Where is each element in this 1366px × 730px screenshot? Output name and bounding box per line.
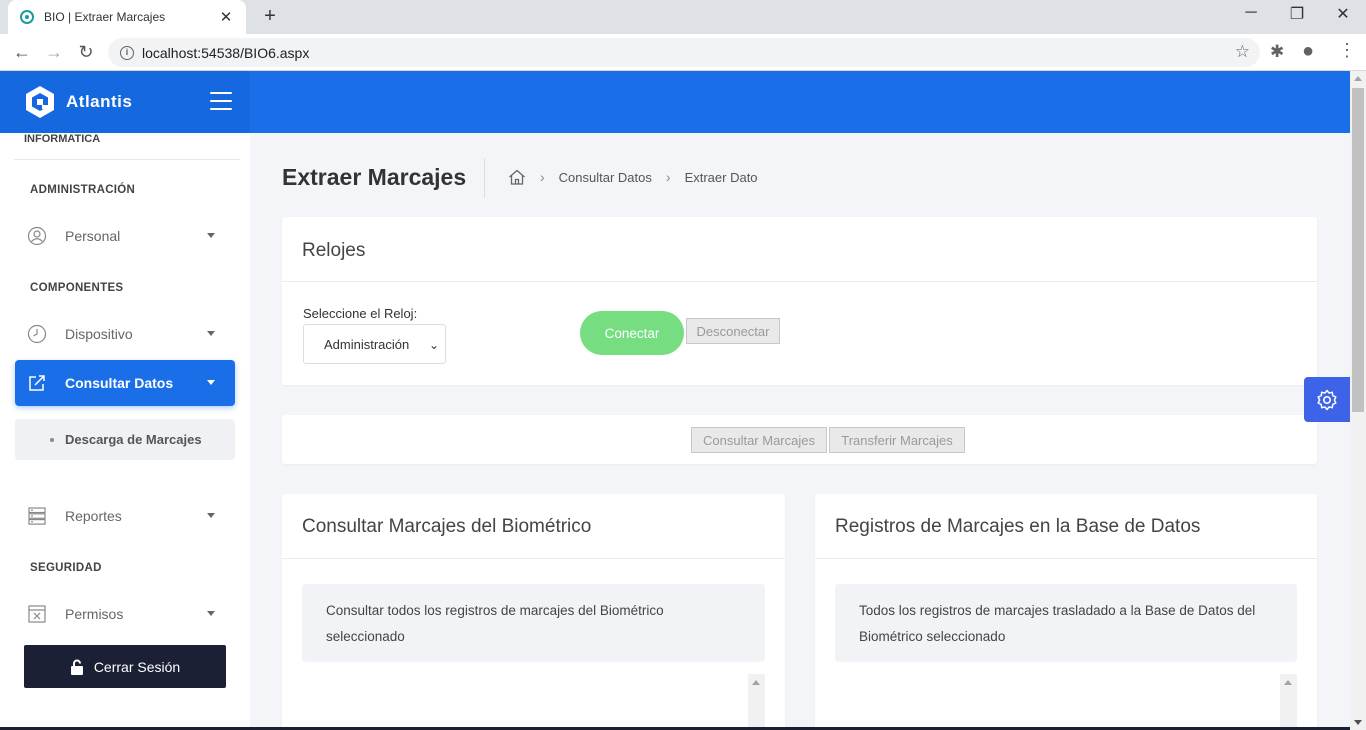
connect-button[interactable]: Conectar <box>580 311 684 355</box>
disconnect-button[interactable]: Desconectar <box>686 318 780 344</box>
menu-toggle-icon[interactable] <box>210 92 232 110</box>
account-icon[interactable]: ● <box>1302 40 1314 63</box>
logout-label: Cerrar Sesión <box>93 658 181 675</box>
chevron-right-icon: › <box>540 169 545 185</box>
sidebar-subitem-label: Descarga de Marcajes <box>65 432 202 447</box>
card-divider <box>815 558 1317 559</box>
gear-icon <box>1317 389 1337 410</box>
home-icon[interactable] <box>508 169 526 185</box>
caret-down-icon <box>207 513 215 518</box>
clock-select[interactable]: Administración ⌄ <box>303 324 446 364</box>
page-scrollbar[interactable] <box>1350 71 1366 730</box>
page-title: Extraer Marcajes <box>282 164 467 190</box>
reload-button[interactable]: ↻ <box>74 40 98 64</box>
breadcrumb-item[interactable]: Consultar Datos <box>559 170 652 185</box>
scrollbar-thumb[interactable] <box>1352 88 1364 412</box>
records-list[interactable] <box>835 674 1297 730</box>
new-tab-button[interactable]: + <box>258 5 282 28</box>
sidebar-item-reportes[interactable]: Reportes <box>15 493 235 539</box>
chevron-right-icon: › <box>665 169 671 185</box>
caret-down-icon <box>207 380 215 385</box>
sidebar-item-label: Permisos <box>65 606 124 622</box>
sidebar-subitem-descarga[interactable]: Descarga de Marcajes <box>15 419 235 460</box>
tab-close-icon[interactable]: ✕ <box>218 8 234 26</box>
browser-toolbar: ← → ↻ i localhost:54538/BIO6.aspx ☆ <box>0 34 1366 71</box>
consultar-marcajes-button[interactable]: Consultar Marcajes <box>691 427 827 453</box>
section-componentes: COMPONENTES <box>30 282 124 294</box>
caret-down-icon <box>207 233 215 238</box>
window-close-button[interactable]: ✕ <box>1328 4 1358 24</box>
card-title: Consultar Marcajes del Biométrico <box>302 516 592 537</box>
sidebar-item-permisos[interactable]: Permisos <box>15 591 235 637</box>
sidebar: INFORMATICA ADMINISTRACIÓN Personal COMP… <box>0 133 250 730</box>
breadcrumb-item[interactable]: Extraer Dato <box>685 170 758 185</box>
breadcrumb: › Consultar Datos › Extraer Dato <box>508 169 758 185</box>
caret-down-icon <box>207 331 215 336</box>
sidebar-item-personal[interactable]: Personal <box>15 213 235 259</box>
section-administracion: ADMINISTRACIÓN <box>30 184 136 196</box>
sidebar-item-label: Dispositivo <box>65 326 133 342</box>
forward-button[interactable]: → <box>42 40 66 64</box>
transferir-marcajes-button[interactable]: Transferir Marcajes <box>829 427 965 453</box>
extensions-icon[interactable]: ✱ <box>1270 42 1284 62</box>
breadcrumb-divider <box>484 158 485 198</box>
back-button[interactable]: ← <box>10 40 34 64</box>
select-label: Seleccione el Reloj: <box>303 306 418 321</box>
minimize-button[interactable]: ─ <box>1236 4 1266 22</box>
sidebar-item-label: Reportes <box>65 508 122 524</box>
info-box: Todos los registros de marcajes traslada… <box>835 584 1297 662</box>
url-text: localhost:54538/BIO6.aspx <box>142 44 310 61</box>
info-icon[interactable]: i <box>120 45 134 60</box>
caret-down-icon <box>207 611 215 616</box>
bookmark-star-icon[interactable]: ☆ <box>1235 42 1250 62</box>
card-divider <box>282 281 1317 282</box>
users-icon <box>27 226 47 246</box>
sidebar-item-label: Personal <box>65 228 121 244</box>
scroll-down-icon[interactable] <box>1354 720 1362 725</box>
select-value: Administración <box>324 336 410 352</box>
logout-button[interactable]: Cerrar Sesión <box>24 645 226 688</box>
permissions-icon <box>28 605 46 623</box>
atlantis-logo-icon <box>24 85 56 119</box>
unlock-icon <box>70 659 83 675</box>
list-scrollbar[interactable] <box>748 674 765 730</box>
address-bar[interactable]: i localhost:54538/BIO6.aspx ☆ <box>108 38 1260 67</box>
settings-button[interactable] <box>1304 377 1350 422</box>
card-title: Relojes <box>302 240 366 261</box>
server-icon <box>28 507 46 525</box>
scroll-up-icon[interactable] <box>1354 76 1362 81</box>
tab-title: BIO | Extraer Marcajes <box>44 10 166 24</box>
section-seguridad: SEGURIDAD <box>30 562 102 574</box>
brand-name: Atlantis <box>66 92 133 111</box>
sidebar-item-label: Consultar Datos <box>65 375 174 391</box>
sidebar-divider <box>14 159 240 160</box>
records-list[interactable] <box>302 674 765 730</box>
browser-tab[interactable]: BIO | Extraer Marcajes ✕ <box>8 0 246 34</box>
card-title: Registros de Marcajes en la Base de Dato… <box>835 516 1201 537</box>
restore-button[interactable]: ❐ <box>1282 4 1312 24</box>
browser-tab-bar: BIO | Extraer Marcajes ✕ + ─ ❐ ✕ <box>0 0 1366 34</box>
list-scrollbar[interactable] <box>1280 674 1297 730</box>
favicon-icon <box>20 10 34 24</box>
browser-menu-icon[interactable]: ⋮ <box>1338 40 1356 61</box>
sidebar-user-role: INFORMATICA <box>24 133 101 145</box>
card-divider <box>282 558 785 559</box>
clock-icon <box>27 324 47 344</box>
sidebar-item-consultar-datos[interactable]: Consultar Datos <box>15 360 235 406</box>
sidebar-item-dispositivo[interactable]: Dispositivo <box>15 311 235 357</box>
export-icon <box>29 375 45 391</box>
chevron-down-icon: ⌄ <box>426 338 439 352</box>
info-box: Consultar todos los registros de marcaje… <box>302 584 765 662</box>
